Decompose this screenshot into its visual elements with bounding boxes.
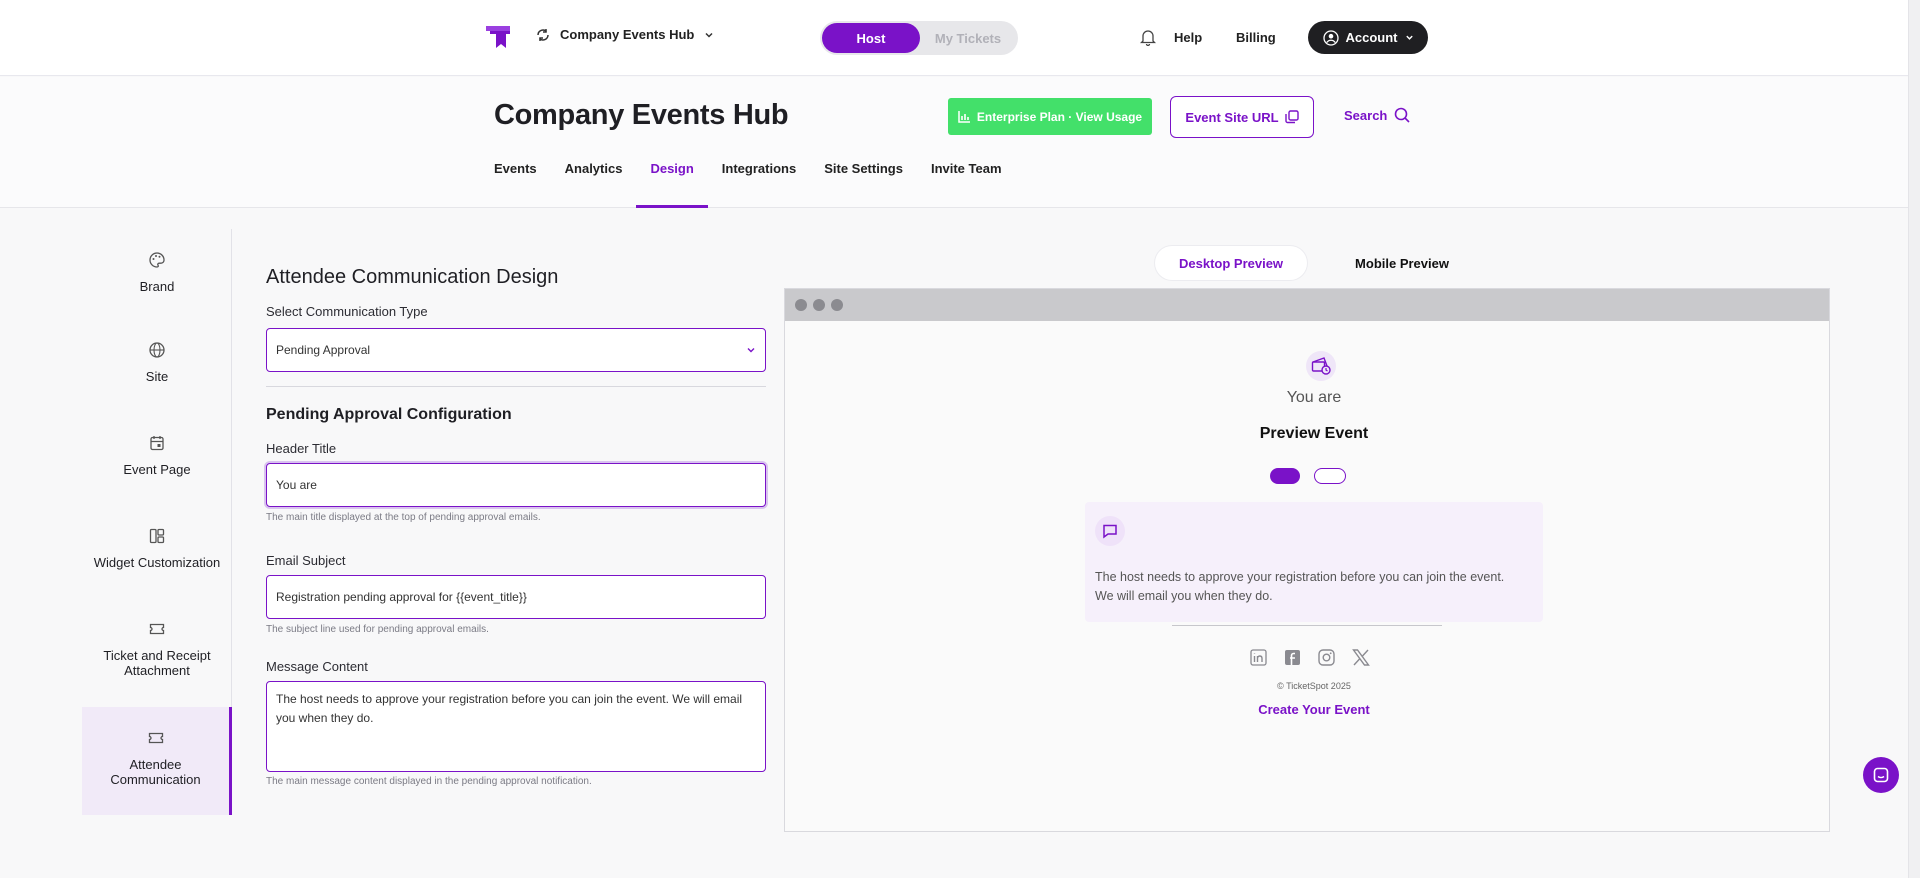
preview-tabs: Desktop Preview Mobile Preview	[1155, 246, 1473, 280]
event-site-url-label: Event Site URL	[1185, 109, 1279, 125]
tab-analytics[interactable]: Analytics	[551, 161, 637, 208]
sidebar-item-label: Widget Customization	[93, 555, 221, 570]
header-title-help: The main title displayed at the top of p…	[266, 512, 541, 523]
sidebar-item-label: Event Page	[123, 462, 191, 477]
instagram-icon[interactable]	[1318, 649, 1335, 666]
divider	[266, 386, 766, 387]
tab-invite-team[interactable]: Invite Team	[917, 161, 1016, 208]
search-icon	[1395, 107, 1410, 123]
tab-integrations[interactable]: Integrations	[708, 161, 810, 208]
sync-icon	[537, 28, 549, 41]
tab-site-settings[interactable]: Site Settings	[810, 161, 917, 208]
email-preview-frame: You are Preview Event The host needs to …	[784, 288, 1830, 832]
window-dot	[831, 299, 843, 311]
tab-events[interactable]: Events	[480, 161, 551, 208]
window-dot	[813, 299, 825, 311]
email-message-card: The host needs to approve your registrat…	[1085, 502, 1543, 622]
hub-switcher[interactable]: Company Events Hub	[536, 27, 714, 42]
communication-type-select[interactable]: Pending Approval	[266, 328, 766, 372]
message-icon	[1095, 516, 1125, 546]
sidebar-item-label: Ticket and Receipt Attachment	[103, 648, 211, 678]
search-button[interactable]: Search	[1344, 107, 1410, 123]
design-sidebar: Brand Site Event Page Widget Customizati…	[82, 229, 232, 815]
message-content-textarea[interactable]: The host needs to approve your registrat…	[266, 681, 766, 772]
email-divider	[1172, 625, 1442, 626]
pending-ticket-icon	[1306, 351, 1336, 381]
preview-pill-outline	[1314, 468, 1346, 484]
tab-desktop-preview[interactable]: Desktop Preview	[1155, 246, 1308, 280]
chevron-down-icon	[747, 348, 755, 353]
hub-name: Company Events Hub	[560, 27, 695, 42]
sidebar-item-widget-customization[interactable]: Widget Customization	[82, 527, 232, 597]
main-tabs: Events Analytics Design Integrations Sit…	[494, 161, 1016, 208]
email-message-text: The host needs to approve your registrat…	[1095, 570, 1505, 603]
social-links	[1250, 649, 1370, 666]
sidebar-item-event-page[interactable]: Event Page	[82, 434, 232, 504]
facebook-icon[interactable]	[1284, 649, 1301, 666]
tab-design[interactable]: Design	[636, 161, 709, 208]
tab-mobile-preview[interactable]: Mobile Preview	[1331, 246, 1473, 280]
email-header-title: You are	[1286, 389, 1342, 406]
support-chat-button[interactable]	[1863, 757, 1899, 793]
host-toggle-button[interactable]: Host	[822, 23, 920, 53]
calendar-icon	[148, 434, 166, 452]
chevron-down-icon	[705, 32, 713, 38]
sidebar-item-site[interactable]: Site	[82, 341, 232, 411]
sidebar-item-label: Site	[145, 369, 169, 384]
sidebar-item-label: Brand	[139, 279, 175, 294]
header-title-input[interactable]: You are	[266, 463, 766, 507]
event-site-url-button[interactable]: Event Site URL	[1170, 96, 1314, 138]
email-event-name: Preview Event	[1259, 425, 1369, 442]
browser-chrome	[785, 289, 1829, 321]
create-event-link[interactable]: Create Your Event	[1085, 702, 1543, 717]
account-label: Account	[1345, 30, 1398, 45]
bell-icon[interactable]	[1140, 29, 1156, 46]
user-icon	[1322, 29, 1339, 46]
page-scrollbar[interactable]	[1908, 0, 1920, 878]
host-tickets-toggle: Host My Tickets	[820, 21, 1018, 55]
header-title-label: Header Title	[266, 441, 337, 456]
message-content-label: Message Content	[266, 659, 368, 674]
ticket-icon	[148, 620, 166, 638]
enterprise-plan-label: Enterprise Plan · View Usage	[976, 109, 1143, 124]
ticket-icon	[147, 729, 165, 747]
sidebar-item-ticket-receipt[interactable]: Ticket and Receipt Attachment	[82, 620, 232, 700]
search-label: Search	[1344, 107, 1388, 123]
section-title: Pending Approval Configuration	[266, 406, 512, 423]
preview-pill-filled	[1270, 468, 1300, 484]
enterprise-plan-button[interactable]: Enterprise Plan · View Usage	[948, 98, 1152, 135]
billing-link[interactable]: Billing	[1236, 30, 1276, 45]
chat-icon	[1873, 767, 1889, 783]
layout-icon	[148, 527, 166, 545]
window-dot	[795, 299, 807, 311]
sidebar-item-attendee-communication[interactable]: Attendee Communication	[82, 707, 232, 815]
account-button[interactable]: Account	[1308, 21, 1428, 54]
copy-icon	[1284, 110, 1299, 124]
page-header: Company Events Hub Enterprise Plan · Vie…	[0, 77, 1920, 208]
sidebar-item-brand[interactable]: Brand	[82, 251, 232, 321]
globe-icon	[148, 341, 166, 359]
ticketspot-logo-icon[interactable]	[484, 22, 514, 52]
communication-type-value: Pending Approval	[276, 343, 371, 357]
my-tickets-toggle-button[interactable]: My Tickets	[920, 23, 1016, 53]
bar-chart-icon	[958, 111, 970, 123]
top-bar: Company Events Hub Host My Tickets Help …	[0, 0, 1920, 76]
linkedin-icon[interactable]	[1250, 649, 1267, 666]
help-link[interactable]: Help	[1174, 30, 1202, 45]
communication-type-label: Select Communication Type	[266, 304, 428, 319]
email-subject-input[interactable]: Registration pending approval for {{even…	[266, 575, 766, 619]
palette-icon	[148, 251, 166, 269]
page-title: Company Events Hub	[494, 99, 789, 131]
x-icon[interactable]	[1352, 649, 1370, 666]
sidebar-item-label: Attendee Communication	[110, 757, 201, 787]
email-subject-help: The subject line used for pending approv…	[266, 624, 489, 635]
form-title: Attendee Communication Design	[266, 266, 559, 288]
email-subject-label: Email Subject	[266, 553, 346, 568]
chevron-down-icon	[1405, 35, 1413, 40]
message-content-help: The main message content displayed in th…	[266, 776, 592, 787]
email-copyright: © TicketSpot 2025	[1277, 681, 1351, 691]
